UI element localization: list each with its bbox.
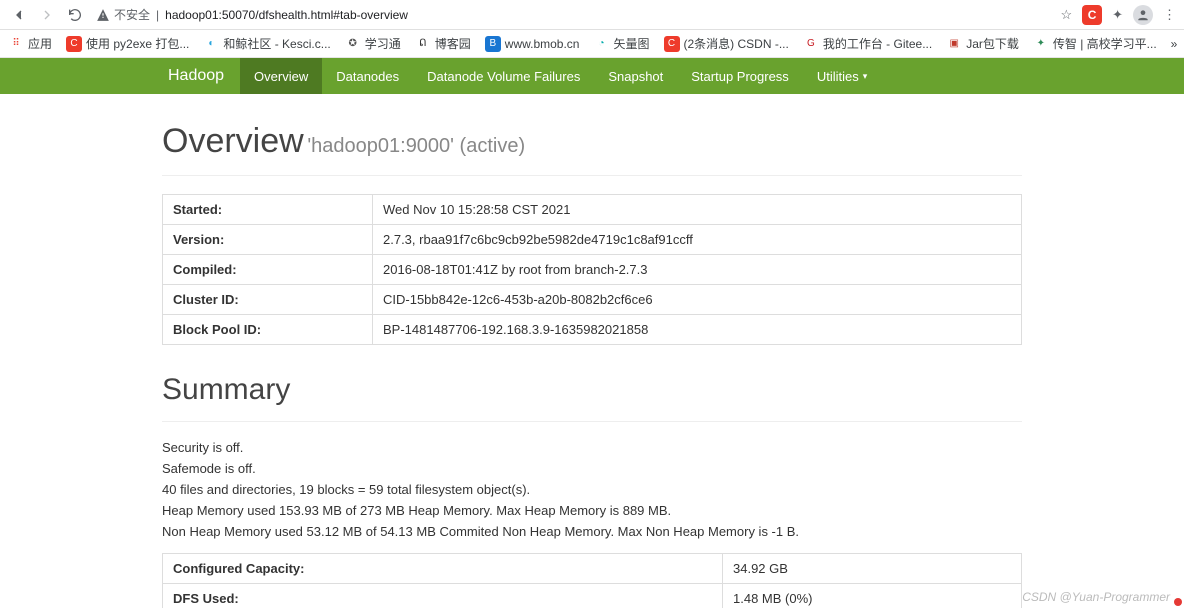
insecure-label: 不安全 [114,6,150,23]
row-key: Version: [163,225,373,255]
overview-heading-row: Overview 'hadoop01:9000' (active) [162,122,1022,161]
bookmark-item[interactable]: C(2条消息) CSDN -... [664,35,789,52]
main-content: Overview 'hadoop01:9000' (active) Starte… [152,94,1032,608]
bookmark-favicon: G [803,36,819,52]
row-value: 34.92 GB [723,554,1022,584]
tab-datanodes[interactable]: Datanodes [322,58,413,94]
bookmark-label: 矢量图 [613,35,649,52]
page-viewport: Hadoop Overview Datanodes Datanode Volum… [0,58,1184,608]
url-separator: | [156,8,159,22]
bookmark-item[interactable]: G我的工作台 - Gitee... [803,35,932,52]
table-row: Version:2.7.3, rbaa91f7c6bc9cb92be5982de… [163,225,1022,255]
bookmark-favicon: ✦ [1033,36,1049,52]
apps-grid-icon: ⠿ [8,36,24,52]
bookmark-favicon: B [485,36,501,52]
browser-toolbar: 不安全 | hadoop01:50070/dfshealth.html#tab-… [0,0,1184,30]
bookmark-favicon: ◐ [203,36,219,52]
bookmark-label: 和鲸社区 - Kesci.c... [223,35,330,52]
watermark-text: CSDN @Yuan-Programmer [1022,590,1170,604]
bookmark-label: 传智 | 高校学习平... [1053,35,1157,52]
bookmark-favicon: C [66,36,82,52]
table-row: Configured Capacity:34.92 GB [163,554,1022,584]
table-row: Cluster ID:CID-15bb842e-12c6-453b-a20b-8… [163,285,1022,315]
reload-button[interactable] [64,4,86,26]
bookmark-item[interactable]: ✦传智 | 高校学习平... [1033,35,1157,52]
back-button[interactable] [8,4,30,26]
tab-utilities[interactable]: Utilities ▾ [803,58,881,94]
bookmark-label: 博客园 [435,35,471,52]
row-value: 2.7.3, rbaa91f7c6bc9cb92be5982de4719c1c8… [373,225,1022,255]
bookmark-favicon: ✪ [345,36,361,52]
row-key: DFS Used: [163,584,723,608]
bookmarks-overflow[interactable]: » [1171,37,1178,51]
bookmark-label: (2条消息) CSDN -... [684,35,789,52]
summary-line: Security is off. [162,440,1022,455]
table-row: DFS Used:1.48 MB (0%) [163,584,1022,608]
utilities-label: Utilities [817,69,859,84]
extensions-icon[interactable]: ✦ [1112,7,1123,23]
apps-button[interactable]: ⠿ 应用 [8,35,52,52]
summary-line: Safemode is off. [162,461,1022,476]
row-key: Configured Capacity: [163,554,723,584]
address-bar[interactable]: 不安全 | hadoop01:50070/dfshealth.html#tab-… [96,6,408,23]
tab-snapshot[interactable]: Snapshot [594,58,677,94]
row-value: 2016-08-18T01:41Z by root from branch-2.… [373,255,1022,285]
bookmark-item[interactable]: ᕠ博客园 [415,35,471,52]
forward-button[interactable] [36,4,58,26]
bookmark-label: 使用 py2exe 打包... [86,35,189,52]
summary-title: Summary [162,373,1022,407]
bookmark-item[interactable]: ◐和鲸社区 - Kesci.c... [203,35,330,52]
bookmark-item[interactable]: ▣Jar包下载 [946,35,1019,52]
bookmarks-bar: ⠿ 应用 C使用 py2exe 打包...◐和鲸社区 - Kesci.c...✪… [0,30,1184,58]
summary-line: 40 files and directories, 19 blocks = 59… [162,482,1022,497]
table-row: Compiled:2016-08-18T01:41Z by root from … [163,255,1022,285]
tab-startup-progress[interactable]: Startup Progress [677,58,803,94]
row-key: Started: [163,195,373,225]
divider [162,421,1022,422]
summary-line: Non Heap Memory used 53.12 MB of 54.13 M… [162,524,1022,539]
star-icon[interactable]: ☆ [1060,7,1072,23]
bookmark-favicon: ▣ [946,36,962,52]
bookmark-label: 学习通 [365,35,401,52]
url-text: hadoop01:50070/dfshealth.html#tab-overvi… [165,8,408,22]
row-value: 1.48 MB (0%) [723,584,1022,608]
apps-label: 应用 [28,35,52,52]
tab-datanode-volume-failures[interactable]: Datanode Volume Failures [413,58,594,94]
page-subtitle: 'hadoop01:9000' (active) [307,135,525,157]
row-value: BP-1481487706-192.168.3.9-1635982021858 [373,315,1022,345]
bookmark-label: www.bmob.cn [505,37,580,51]
bookmark-item[interactable]: Bwww.bmob.cn [485,36,580,52]
bookmark-favicon: C [664,36,680,52]
row-value: CID-15bb842e-12c6-453b-a20b-8082b2cf6ce6 [373,285,1022,315]
insecure-icon: 不安全 [96,6,150,23]
summary-line: Heap Memory used 153.93 MB of 273 MB Hea… [162,503,1022,518]
bookmark-favicon: ◔ [593,36,609,52]
chevron-down-icon: ▾ [863,71,868,82]
overview-table: Started:Wed Nov 10 15:28:58 CST 2021Vers… [162,194,1022,345]
bookmark-label: 我的工作台 - Gitee... [823,35,932,52]
brand-label[interactable]: Hadoop [152,58,240,94]
page-title: Overview [162,122,304,160]
bookmark-item[interactable]: ◔矢量图 [593,35,649,52]
bookmark-item[interactable]: ✪学习通 [345,35,401,52]
table-row: Block Pool ID:BP-1481487706-192.168.3.9-… [163,315,1022,345]
extension-c-icon[interactable]: C [1082,5,1102,25]
divider [162,175,1022,176]
row-key: Compiled: [163,255,373,285]
bookmark-favicon: ᕠ [415,36,431,52]
table-row: Started:Wed Nov 10 15:28:58 CST 2021 [163,195,1022,225]
tab-overview[interactable]: Overview [240,58,322,94]
summary-table: Configured Capacity:34.92 GBDFS Used:1.4… [162,553,1022,608]
row-value: Wed Nov 10 15:28:58 CST 2021 [373,195,1022,225]
row-key: Cluster ID: [163,285,373,315]
recording-indicator-icon [1174,598,1182,606]
hadoop-navbar: Hadoop Overview Datanodes Datanode Volum… [0,58,1184,94]
bookmark-item[interactable]: C使用 py2exe 打包... [66,35,189,52]
bookmark-label: Jar包下载 [966,35,1019,52]
profile-avatar-icon[interactable] [1133,5,1153,25]
row-key: Block Pool ID: [163,315,373,345]
kebab-menu-icon[interactable]: ⋮ [1163,7,1176,23]
